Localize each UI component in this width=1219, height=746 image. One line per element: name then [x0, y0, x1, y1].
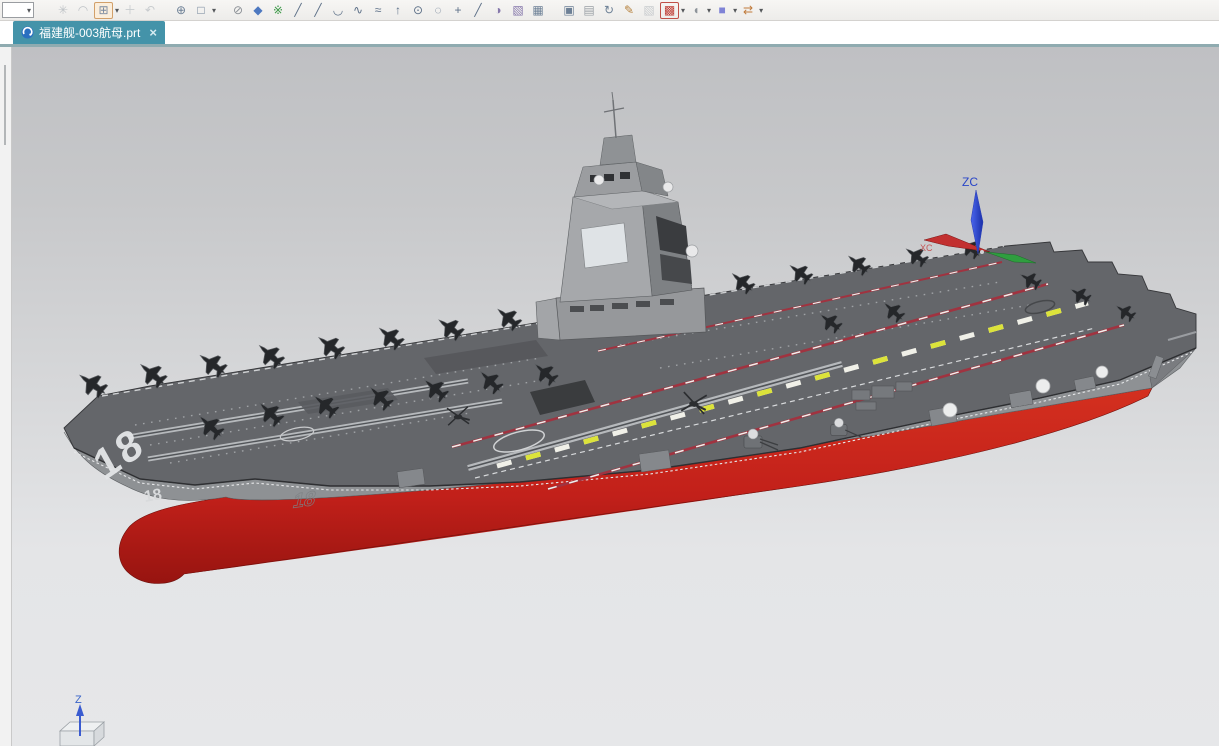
- replay-icon[interactable]: ⇄: [739, 2, 757, 19]
- move-object-icon[interactable]: ＋: [121, 2, 139, 19]
- snap-point-icon[interactable]: ✳: [54, 2, 72, 19]
- chevron-down-icon[interactable]: ▾: [733, 6, 737, 15]
- window-zoom-icon[interactable]: ▣: [560, 2, 578, 19]
- wcs-zc-label: ZC: [962, 175, 978, 189]
- revolve-icon[interactable]: ⊘: [229, 2, 247, 19]
- part-document-icon: [21, 26, 34, 39]
- chevron-down-icon[interactable]: ▾: [759, 6, 763, 15]
- stern-radome-2: [1036, 379, 1050, 393]
- radar-panel: [656, 216, 689, 256]
- wcs-xc-label: XC: [920, 243, 933, 253]
- tab-close-icon[interactable]: ×: [149, 26, 157, 39]
- shaded-with-edges-icon[interactable]: ◖: [687, 2, 705, 19]
- island-mast: [600, 135, 636, 165]
- chevron-down-icon[interactable]: ▾: [707, 6, 711, 15]
- line-3-icon[interactable]: ╱: [469, 2, 487, 19]
- fit-curve-icon[interactable]: ≈: [369, 2, 387, 19]
- line-icon[interactable]: ╱: [289, 2, 307, 19]
- face-patch-icon[interactable]: ◑: [489, 2, 507, 19]
- dashed-circle-icon[interactable]: ◌: [429, 2, 447, 19]
- tab-bar: 福建舰-003航母.prt ×: [0, 21, 1219, 47]
- shaded-display-icon[interactable]: ■: [713, 2, 731, 19]
- swept-surface-icon[interactable]: ▧: [509, 2, 527, 19]
- studio-spline-icon[interactable]: ∿: [349, 2, 367, 19]
- datum-axis-icon[interactable]: ↑: [389, 2, 407, 19]
- stern-radome-3: [1096, 366, 1108, 378]
- toolbar: ▾✳◠⊞▾＋↶⊕□▾⊘◆※╱╱◡∿≈↑⊙◌+╱◑▧▦▣▤↻✎▧▩▾◖▾■▾⇄▾: [0, 0, 1219, 21]
- point-icon[interactable]: +: [449, 2, 467, 19]
- chevron-down-icon[interactable]: ▾: [212, 6, 216, 15]
- radome-dome: [594, 175, 604, 185]
- snap-tangent-icon[interactable]: ◠: [74, 2, 92, 19]
- rail-handle[interactable]: [4, 65, 6, 145]
- block-icon[interactable]: ◆: [249, 2, 267, 19]
- bounded-region-icon[interactable]: □: [192, 2, 210, 19]
- acs-z-label: Z: [75, 694, 82, 706]
- paint-brush-icon[interactable]: ✎: [620, 2, 638, 19]
- undo-icon[interactable]: ↶: [141, 2, 159, 19]
- radome-dome-2: [663, 182, 673, 192]
- layer-settings-icon[interactable]: ▧: [640, 2, 658, 19]
- stern-radome: [943, 403, 957, 417]
- chevron-down-icon: ▾: [27, 6, 31, 15]
- model-scene[interactable]: 18 18 18: [11, 47, 1219, 746]
- chevron-down-icon[interactable]: ▾: [681, 6, 685, 15]
- selection-filter-combo[interactable]: ▾: [2, 2, 34, 18]
- point-dialog-icon[interactable]: ⊞: [94, 2, 113, 19]
- hull-number-text: 18: [143, 486, 164, 506]
- view-capture-icon[interactable]: ▤: [580, 2, 598, 19]
- island-superstructure[interactable]: [536, 92, 706, 340]
- graphics-viewport[interactable]: 18 18 18: [0, 47, 1219, 746]
- carrier-model[interactable]: 18 18 18: [64, 92, 1196, 583]
- acs-triad: Z: [60, 694, 104, 746]
- rotate-view-icon[interactable]: ↻: [600, 2, 618, 19]
- mesh-surface-icon[interactable]: ▦: [529, 2, 547, 19]
- grid-display-icon[interactable]: ▩: [660, 2, 679, 19]
- point-on-face-icon[interactable]: ⊕: [172, 2, 190, 19]
- bridge-window: [581, 223, 628, 268]
- line-2-icon[interactable]: ╱: [309, 2, 327, 19]
- circle-icon[interactable]: ⊙: [409, 2, 427, 19]
- part-file-tab[interactable]: 福建舰-003航母.prt ×: [13, 21, 165, 44]
- part-file-tab-label: 福建舰-003航母.prt: [39, 24, 140, 41]
- chevron-down-icon[interactable]: ▾: [115, 6, 119, 15]
- arc-icon[interactable]: ◡: [329, 2, 347, 19]
- radome-dome-3: [686, 245, 698, 257]
- pattern-feature-icon[interactable]: ※: [269, 2, 287, 19]
